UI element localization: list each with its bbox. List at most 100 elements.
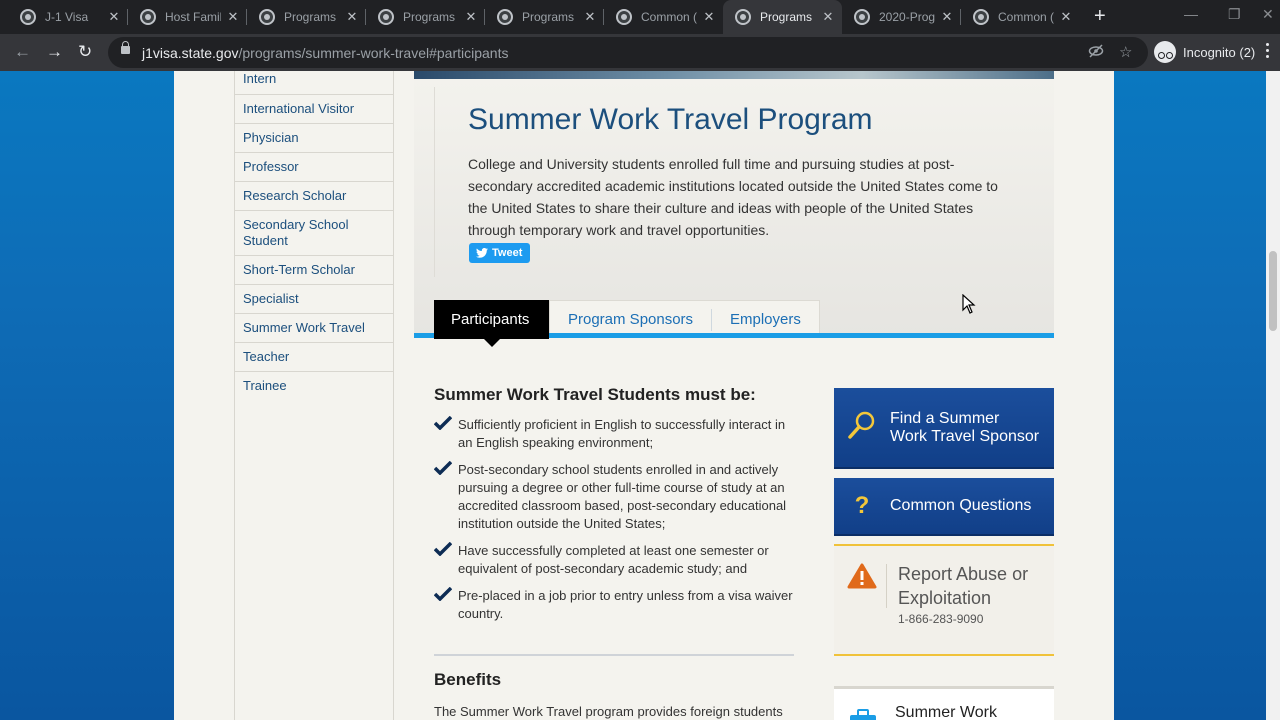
sidebar-item-physician[interactable]: Physician	[235, 124, 393, 153]
favicon-icon	[20, 9, 36, 25]
checkmark-icon	[434, 542, 452, 556]
common-questions-card[interactable]: ? Common Questions	[834, 478, 1054, 536]
sidebar-item-international-visitor[interactable]: International Visitor	[235, 95, 393, 124]
browser-tab[interactable]: Common ( ✕	[604, 0, 723, 34]
browser-tab[interactable]: 2020-Prog ✕	[842, 0, 961, 34]
minimize-icon[interactable]: —	[1184, 6, 1198, 22]
browser-tab[interactable]: Programs ✕	[485, 0, 604, 34]
close-tab-icon[interactable]: ✕	[1060, 9, 1072, 25]
program-sidebar: Intern International Visitor Physician P…	[234, 71, 394, 720]
favicon-icon	[854, 9, 870, 25]
sidebar-item-trainee[interactable]: Trainee	[235, 372, 393, 400]
tab-title: J-1 Visa	[45, 10, 89, 24]
requirement-item: Have successfully completed at least one…	[434, 542, 794, 578]
lock-icon	[121, 41, 130, 54]
warning-icon	[847, 563, 877, 589]
forward-icon[interactable]: →	[46, 42, 63, 62]
sidebar-item-secondary-school-student[interactable]: Secondary School Student	[235, 211, 393, 256]
tab-title: Common (	[998, 10, 1054, 24]
tweet-label: Tweet	[492, 247, 523, 259]
favicon-icon	[497, 9, 513, 25]
tab-program-sponsors[interactable]: Program Sponsors	[550, 300, 711, 339]
browser-tab[interactable]: Programs ✕	[247, 0, 366, 34]
page-content: Intern International Visitor Physician P…	[174, 71, 1114, 720]
close-window-icon[interactable]: ✕	[1262, 6, 1274, 23]
close-tab-icon[interactable]: ✕	[703, 9, 715, 25]
address-bar[interactable]: j1visa.state.gov/programs/summer-work-tr…	[108, 37, 1148, 68]
close-tab-icon[interactable]: ✕	[346, 9, 358, 25]
sidebar-item-research-scholar[interactable]: Research Scholar	[235, 182, 393, 211]
restore-icon[interactable]: ❐	[1228, 6, 1241, 23]
tab-title: Programs	[522, 10, 575, 24]
tab-title: Common (	[641, 10, 697, 24]
tab-title: Host Famil	[165, 10, 221, 24]
summer-work-title: Summer Work	[895, 704, 997, 720]
page-title: Summer Work Travel Program	[468, 103, 873, 136]
tab-title: Programs	[284, 10, 337, 24]
close-tab-icon[interactable]: ✕	[108, 9, 120, 25]
sidebar-item-summer-work-travel[interactable]: Summer Work Travel	[235, 314, 393, 343]
eye-off-icon[interactable]	[1088, 43, 1104, 63]
tab-title: Programs	[403, 10, 456, 24]
scrollbar[interactable]	[1266, 71, 1280, 720]
common-questions-label: Common Questions	[890, 497, 1032, 514]
tab-employers[interactable]: Employers	[712, 300, 819, 339]
incognito-icon	[1154, 41, 1176, 63]
checkmark-icon	[434, 461, 452, 475]
incognito-label: Incognito (2)	[1183, 44, 1256, 60]
tab-title: Programs	[760, 10, 813, 24]
mouse-cursor-icon	[962, 294, 976, 314]
sidebar-item-intern[interactable]: Intern	[235, 71, 393, 95]
close-tab-icon[interactable]: ✕	[941, 9, 953, 25]
question-icon: ?	[854, 492, 870, 519]
report-abuse-title: Report Abuse or Exploitation	[898, 564, 1029, 608]
browser-tab[interactable]: J-1 Visa ✕	[8, 0, 128, 34]
briefcase-icon	[850, 709, 876, 720]
benefits-text: The Summer Work Travel program provides …	[434, 704, 783, 719]
back-icon[interactable]: ←	[14, 42, 31, 62]
checkmark-icon	[434, 587, 452, 601]
close-tab-icon[interactable]: ✕	[227, 9, 239, 25]
reload-icon[interactable]: ↻	[78, 42, 92, 62]
menu-icon[interactable]	[1266, 43, 1270, 61]
checkmark-icon	[434, 416, 452, 430]
browser-tab-active[interactable]: Programs ✕	[723, 0, 842, 34]
requirements-heading: Summer Work Travel Students must be:	[434, 385, 756, 404]
summer-work-card[interactable]: Summer Work	[834, 686, 1054, 720]
browser-toolbar: ← → ↻ j1visa.state.gov/programs/summer-w…	[0, 34, 1280, 71]
benefits-heading: Benefits	[434, 670, 502, 689]
tweet-button[interactable]: Tweet	[469, 243, 531, 263]
browser-tab[interactable]: Programs ✕	[366, 0, 485, 34]
favicon-icon	[973, 9, 989, 25]
tab-strip: J-1 Visa ✕ Host Famil ✕ Programs ✕ Progr…	[0, 0, 1280, 34]
new-tab-icon[interactable]: +	[1094, 6, 1106, 26]
favicon-icon	[378, 9, 394, 25]
tab-title: 2020-Prog	[879, 10, 935, 24]
close-tab-icon[interactable]: ✕	[584, 9, 596, 25]
find-sponsor-label: Find a Summer Work Travel Sponsor	[890, 409, 1040, 445]
star-icon[interactable]: ☆	[1119, 43, 1132, 61]
url-text: j1visa.state.gov/programs/summer-work-tr…	[142, 45, 509, 61]
report-phone: 1-866-283-9090	[898, 612, 984, 626]
favicon-icon	[735, 9, 751, 25]
close-tab-icon[interactable]: ✕	[465, 9, 477, 25]
sidebar-item-specialist[interactable]: Specialist	[235, 285, 393, 314]
requirement-item: Post-secondary school students enrolled …	[434, 461, 794, 533]
close-tab-icon[interactable]: ✕	[822, 9, 834, 25]
find-sponsor-card[interactable]: Find a Summer Work Travel Sponsor	[834, 388, 1054, 469]
favicon-icon	[616, 9, 632, 25]
browser-tab[interactable]: Host Famil ✕	[128, 0, 247, 34]
sidebar-item-short-term-scholar[interactable]: Short-Term Scholar	[235, 256, 393, 285]
tab-participants[interactable]: Participants	[434, 300, 549, 347]
report-abuse-card[interactable]: Report Abuse or Exploitation 1-866-283-9…	[834, 544, 1054, 656]
program-description: College and University students enrolled…	[468, 156, 998, 238]
browser-tab[interactable]: Common ( ✕	[961, 0, 1080, 34]
hero-image	[414, 71, 1054, 79]
section-divider	[434, 654, 794, 656]
requirement-item: Pre-placed in a job prior to entry unles…	[434, 587, 794, 623]
sidebar-item-teacher[interactable]: Teacher	[235, 343, 393, 372]
incognito-indicator[interactable]: Incognito (2)	[1154, 40, 1255, 64]
favicon-icon	[140, 9, 156, 25]
page-viewport: Intern International Visitor Physician P…	[0, 71, 1280, 720]
sidebar-item-professor[interactable]: Professor	[235, 153, 393, 182]
